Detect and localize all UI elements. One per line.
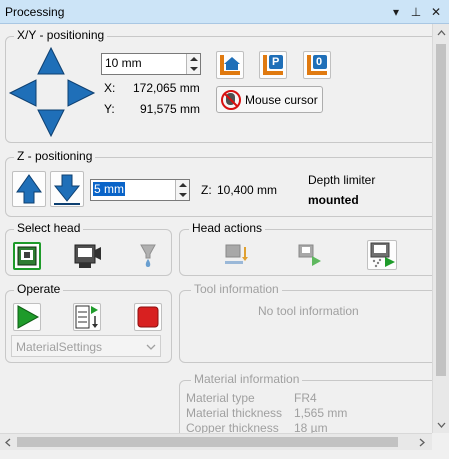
panel-menu-chevron-icon[interactable]: ▾: [389, 4, 403, 20]
material-settings-value: MaterialSettings: [16, 340, 103, 354]
head-lower-icon: [225, 244, 248, 264]
park-label: P: [272, 56, 280, 68]
spin-down-icon[interactable]: [190, 67, 198, 71]
z-step-spinbox[interactable]: 5 mm: [90, 179, 190, 201]
vertical-scroll-thumb[interactable]: [436, 44, 446, 376]
mouse-cursor-icon: [221, 90, 241, 110]
chevron-down-icon: [146, 344, 156, 350]
z-step-value: 5 mm: [93, 182, 125, 196]
dispenser-icon: [140, 244, 156, 267]
move-right-button[interactable]: [66, 78, 96, 108]
vertical-scrollbar[interactable]: [432, 24, 449, 450]
material-thickness-label: Material thickness: [186, 406, 283, 420]
horizontal-scroll-thumb[interactable]: [17, 437, 398, 447]
xy-step-arrows[interactable]: [186, 54, 200, 74]
scrollbar-corner: [432, 433, 449, 450]
scroll-right-icon[interactable]: [419, 438, 425, 447]
operate-title: Operate: [14, 282, 64, 296]
xy-step-value: 10 mm: [105, 56, 142, 70]
head-action-lower-button[interactable]: [222, 243, 250, 269]
material-settings-dropdown[interactable]: MaterialSettings: [11, 335, 161, 357]
arrow-left-icon: [8, 79, 37, 107]
panel-title-bar: Processing ▾ ⊥ ✕: [0, 0, 449, 24]
head-camera-button[interactable]: [73, 242, 103, 270]
close-icon[interactable]: ✕: [429, 4, 443, 20]
play-icon: [17, 305, 40, 329]
depth-limiter-state: mounted: [308, 193, 359, 207]
pin-icon[interactable]: ⊥: [409, 4, 423, 20]
material-type-value: FR4: [294, 391, 317, 405]
stop-icon: [137, 306, 159, 328]
stop-button[interactable]: [134, 303, 162, 331]
head-action-batch-button[interactable]: [367, 240, 397, 270]
z-down-button[interactable]: [50, 171, 84, 207]
head-actions-title: Head actions: [189, 221, 266, 235]
xy-step-spinbox[interactable]: 10 mm: [101, 53, 201, 75]
scroll-down-icon[interactable]: [437, 422, 446, 428]
head-dispenser-button[interactable]: [138, 242, 158, 270]
xy-positioning-title: X/Y - positioning: [14, 28, 108, 42]
horizontal-scrollbar[interactable]: [0, 433, 432, 450]
x-label: X:: [104, 81, 116, 95]
scroll-left-icon[interactable]: [5, 438, 11, 447]
move-home-button[interactable]: [216, 51, 244, 79]
mouse-cursor-label: Mouse cursor: [245, 93, 318, 107]
y-value: 91,575 mm: [140, 102, 201, 116]
x-value: 172,065 mm: [133, 81, 200, 95]
spin-down-icon[interactable]: [179, 193, 187, 197]
y-label: Y:: [104, 102, 115, 116]
tool-information-title: Tool information: [191, 282, 282, 296]
move-left-button[interactable]: [8, 78, 38, 108]
tool-information-message: No tool information: [258, 304, 359, 318]
spin-up-icon[interactable]: [179, 183, 187, 187]
z-up-button[interactable]: [12, 171, 46, 207]
arrow-up-icon: [37, 46, 65, 75]
arrow-right-icon: [67, 79, 96, 107]
step-button[interactable]: [73, 303, 101, 331]
move-down-button[interactable]: [36, 108, 66, 138]
step-run-icon: [75, 305, 98, 329]
move-park-button[interactable]: P: [259, 51, 287, 79]
head-milling-button[interactable]: [13, 242, 41, 270]
head-action-run-button[interactable]: [296, 243, 324, 269]
move-up-button[interactable]: [36, 46, 66, 76]
z-label: Z:: [201, 183, 212, 197]
z-up-icon: [16, 174, 42, 204]
scroll-up-icon[interactable]: [437, 30, 446, 36]
milling-head-icon: [17, 246, 37, 266]
z-value: 10,400 mm: [217, 183, 278, 197]
head-run-icon: [298, 244, 321, 266]
z-step-arrows[interactable]: [175, 180, 189, 200]
mouse-cursor-button[interactable]: Mouse cursor: [216, 86, 323, 113]
select-head-title: Select head: [14, 221, 84, 235]
z-positioning-title: Z - positioning: [14, 149, 96, 163]
panel-title: Processing: [5, 5, 65, 19]
move-origin-button[interactable]: 0: [303, 51, 331, 79]
material-thickness-value: 1,565 mm: [294, 406, 348, 420]
depth-limiter-label: Depth limiter: [308, 173, 376, 187]
start-button[interactable]: [13, 303, 41, 331]
z-down-icon: [53, 174, 81, 205]
tool-information-group: [179, 290, 449, 363]
material-type-label: Material type: [186, 391, 255, 405]
spin-up-icon[interactable]: [190, 57, 198, 61]
camera-head-icon: [74, 244, 101, 268]
origin-label: 0: [316, 56, 323, 68]
head-batch-icon: [370, 242, 395, 268]
home-icon: [220, 55, 240, 75]
arrow-down-icon: [37, 109, 65, 138]
material-information-title: Material information: [191, 372, 303, 386]
